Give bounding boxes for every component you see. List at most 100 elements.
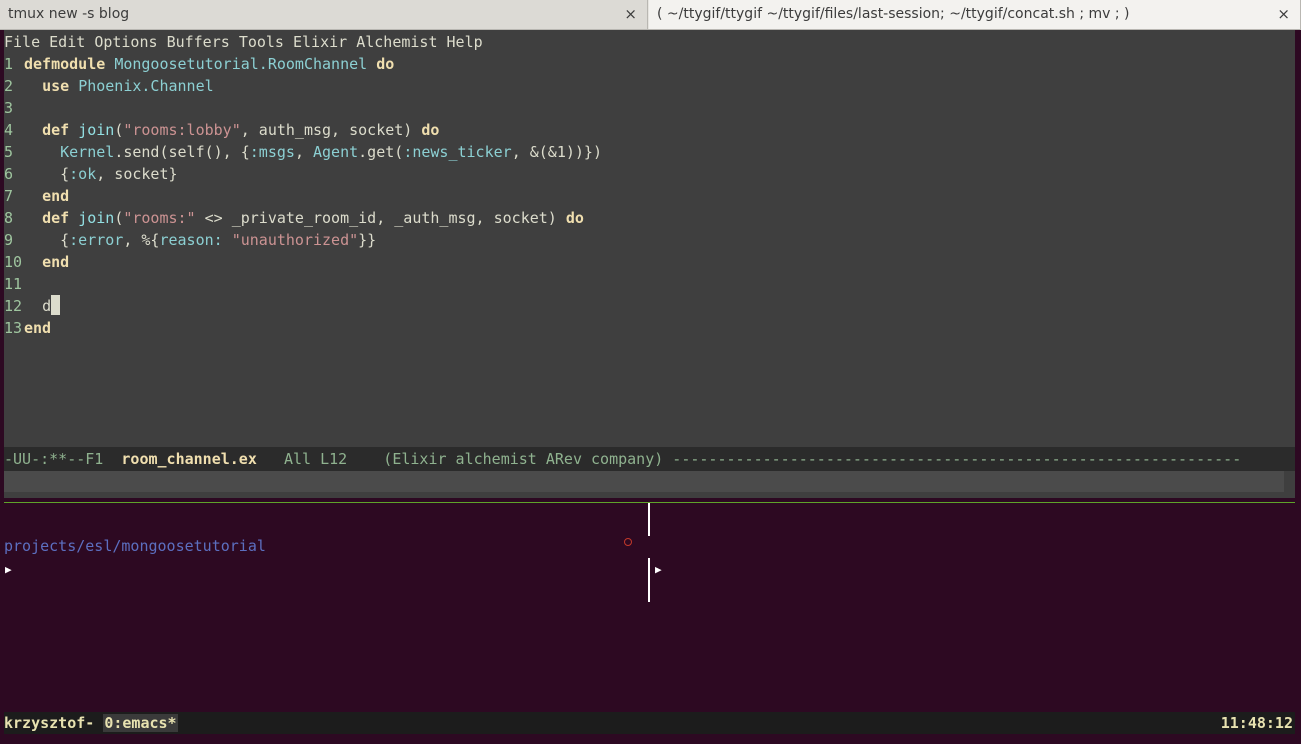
tmux-status-bar: krzysztof- 0:emacs* 11:48:12 xyxy=(4,712,1295,734)
keyword: end xyxy=(24,319,52,337)
code-text: , auth_msg, socket) xyxy=(240,121,413,139)
line-number: 1 xyxy=(4,55,14,73)
mode-line-status: -UU-:**--F1 xyxy=(4,450,122,468)
menu-item-alchemist[interactable]: Alchemist xyxy=(356,33,437,51)
keyword: do xyxy=(376,55,395,73)
close-icon[interactable]: × xyxy=(1277,5,1290,23)
tmux-clock: 11:48:12 xyxy=(1220,714,1293,732)
function-name: join xyxy=(78,121,115,139)
code-text: { xyxy=(60,231,70,249)
keyword: use xyxy=(42,77,70,95)
code-line: 7 end xyxy=(4,185,602,207)
shell-current-path: projects/esl/mongoosetutorial xyxy=(4,537,266,555)
text-cursor xyxy=(51,295,61,315)
menu-item-edit[interactable]: Edit xyxy=(49,33,85,51)
line-number: 4 xyxy=(4,121,14,139)
code-text: , socket} xyxy=(96,165,178,183)
string-literal: "unauthorized" xyxy=(231,231,359,249)
line-number: 12 xyxy=(4,297,23,315)
code-line: 11 xyxy=(4,273,602,295)
keyword: def xyxy=(42,121,70,139)
terminal-tab-bar: tmux new -s blog × ( ~/ttygif/ttygif ~/t… xyxy=(0,0,1301,30)
code-text: }} xyxy=(358,231,377,249)
code-text: <> _private_room_id, _auth_msg, socket) xyxy=(195,209,557,227)
menu-item-buffers[interactable]: Buffers xyxy=(167,33,230,51)
code-line: 3 xyxy=(4,97,602,119)
status-circle-icon xyxy=(624,538,632,546)
emacs-mode-line: -UU-:**--F1 room_channel.ex All L12 (Eli… xyxy=(4,447,1295,471)
line-number: 13 xyxy=(4,319,23,337)
code-text: { xyxy=(60,165,70,183)
atom: :ok xyxy=(69,165,97,183)
line-number: 8 xyxy=(4,209,14,227)
keyword: do xyxy=(421,121,440,139)
code-line: 12 d xyxy=(4,295,602,317)
code-text: ( xyxy=(114,209,124,227)
code-text: ( xyxy=(114,121,124,139)
code-line: 8 def join("rooms:" <> _private_room_id,… xyxy=(4,207,602,229)
tmux-session-name: krzysztof- xyxy=(4,714,104,732)
tab-title: ( ~/ttygif/ttygif ~/ttygif/files/last-se… xyxy=(657,6,1130,22)
menu-item-options[interactable]: Options xyxy=(94,33,157,51)
keyword: def xyxy=(42,209,70,227)
tmux-window-tab[interactable]: 0:emacs* xyxy=(103,714,178,732)
code-line: 5 Kernel.send(self(), {:msgs, Agent.get(… xyxy=(4,141,602,163)
keyword: end xyxy=(42,253,70,271)
line-number: 10 xyxy=(4,253,23,271)
keyword: defmodule xyxy=(24,55,106,73)
code-text: , %{ xyxy=(123,231,160,249)
function-name: join xyxy=(78,209,115,227)
code-text: .send(self(), { xyxy=(114,143,250,161)
vertical-pane-border xyxy=(648,503,650,536)
string-literal: "rooms:lobby" xyxy=(123,121,241,139)
terminal-area[interactable]: File Edit Options Buffers Tools Elixir A… xyxy=(4,30,1295,740)
code-line: 13 end xyxy=(4,317,602,339)
line-number: 9 xyxy=(4,231,14,249)
string-literal: "rooms:" xyxy=(123,209,196,227)
line-number: 7 xyxy=(4,187,14,205)
module-name: Phoenix.Channel xyxy=(78,77,214,95)
line-number: 11 xyxy=(4,275,23,293)
prompt-arrow-icon: ▶ xyxy=(655,563,662,576)
atom: :msgs xyxy=(249,143,295,161)
line-number: 2 xyxy=(4,77,14,95)
code-line: 9 {:error, %{reason: "unauthorized"}} xyxy=(4,229,602,251)
code-text: , xyxy=(294,143,313,161)
code-editor[interactable]: 1 defmodule Mongoosetutorial.RoomChannel … xyxy=(4,53,602,339)
code-line: 1 defmodule Mongoosetutorial.RoomChannel … xyxy=(4,53,602,75)
atom: reason: xyxy=(159,231,223,249)
code-line: 2 use Phoenix.Channel xyxy=(4,75,602,97)
module-name: Mongoosetutorial.RoomChannel xyxy=(114,55,368,73)
code-text: d xyxy=(42,297,52,315)
menu-item-file[interactable]: File xyxy=(4,33,40,51)
line-number: 6 xyxy=(4,165,14,183)
vertical-pane-border xyxy=(648,558,650,602)
atom: :error xyxy=(69,231,124,249)
menu-item-help[interactable]: Help xyxy=(447,33,483,51)
tab-ttygif[interactable]: ( ~/ttygif/ttygif ~/ttygif/files/last-se… xyxy=(649,0,1301,29)
code-line: 10 end xyxy=(4,251,602,273)
menu-item-elixir[interactable]: Elixir xyxy=(293,33,347,51)
line-number: 5 xyxy=(4,143,14,161)
close-icon[interactable]: × xyxy=(624,5,637,23)
module-name: Kernel xyxy=(60,143,115,161)
line-number: 3 xyxy=(4,99,14,117)
code-line: 4 def join("rooms:lobby", auth_msg, sock… xyxy=(4,119,602,141)
code-line: 6 {:ok, socket} xyxy=(4,163,602,185)
buffer-name: room_channel.ex xyxy=(121,450,257,468)
tab-title: tmux new -s blog xyxy=(8,6,130,22)
code-text: .get( xyxy=(358,143,404,161)
emacs-menu-bar: File Edit Options Buffers Tools Elixir A… xyxy=(4,31,483,53)
code-text: , &(&1))}) xyxy=(511,143,602,161)
tab-tmux[interactable]: tmux new -s blog × xyxy=(0,0,648,29)
module-name: Agent xyxy=(313,143,359,161)
atom: :news_ticker xyxy=(403,143,512,161)
prompt-arrow-icon: ▶ xyxy=(5,563,12,576)
echo-area[interactable] xyxy=(4,471,1284,492)
menu-item-tools[interactable]: Tools xyxy=(239,33,284,51)
keyword: end xyxy=(42,187,70,205)
emacs-frame: File Edit Options Buffers Tools Elixir A… xyxy=(4,30,1295,498)
keyword: do xyxy=(565,209,584,227)
mode-line-modes: All L12 (Elixir alchemist ARev company) … xyxy=(256,450,1242,468)
